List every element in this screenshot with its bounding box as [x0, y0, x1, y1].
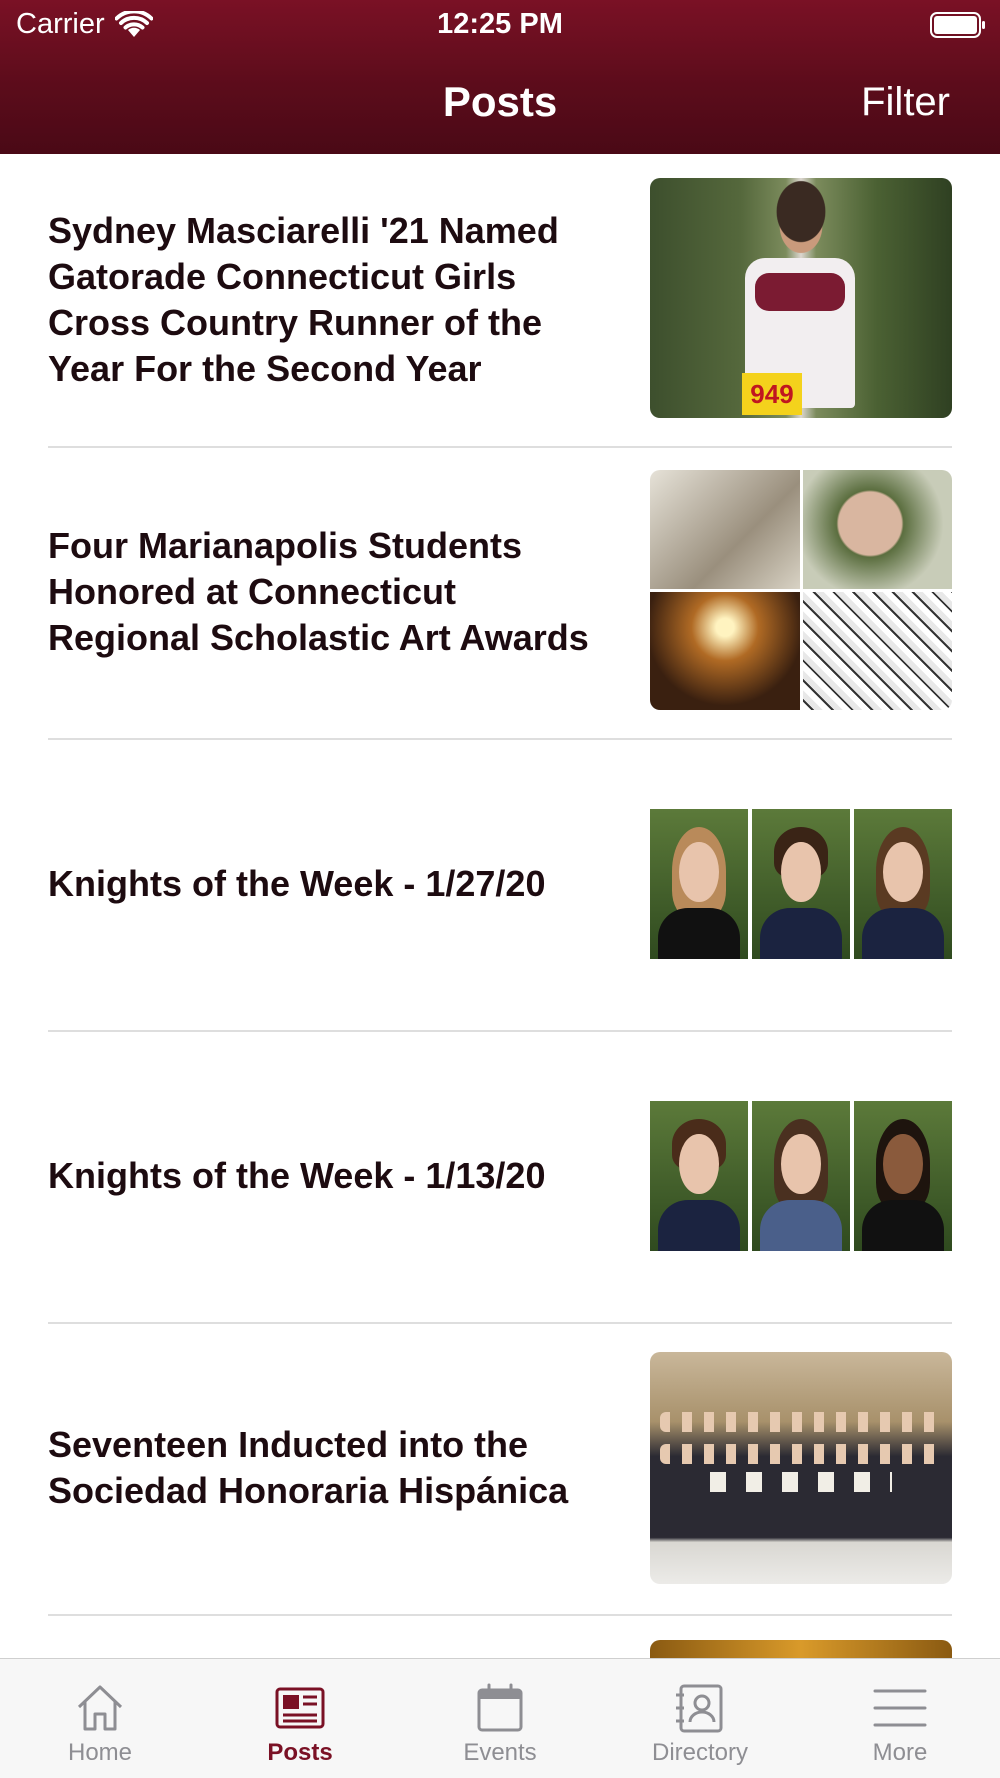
post-item[interactable]: Knights of the Week - 1/27/20 — [0, 738, 1000, 1030]
portrait-photo — [854, 809, 952, 959]
post-item[interactable]: Knights of the Week - 1/13/20 — [0, 1030, 1000, 1322]
tab-events[interactable]: Events — [400, 1659, 600, 1778]
hamburger-menu-icon — [873, 1689, 927, 1727]
post-item[interactable]: Four Marianapolis Students Honored at Co… — [0, 446, 1000, 738]
page-title: Posts — [442, 78, 558, 125]
filter-button[interactable]: Filter — [861, 80, 950, 125]
navigation-header: Carrier 12:25 PM Posts Filter — [0, 0, 1000, 154]
tab-directory[interactable]: Directory — [600, 1659, 800, 1778]
post-thumbnail-runner: 949 — [650, 178, 952, 418]
thumbnail-race-bib: 949 — [742, 373, 802, 415]
post-title: Knights of the Week - 1/13/20 — [48, 1155, 546, 1196]
artwork-tile — [802, 591, 952, 710]
tab-bar: Home Posts Events Directory More — [0, 1658, 1000, 1778]
tab-home[interactable]: Home — [0, 1659, 200, 1778]
artwork-tile — [650, 591, 800, 710]
post-thumbnail-group-photo — [650, 1352, 952, 1584]
post-thumbnail-art-collage — [650, 470, 952, 710]
portrait-photo — [854, 1101, 952, 1251]
post-thumbnail-portraits — [650, 809, 952, 959]
artwork-tile — [650, 470, 800, 589]
portrait-photo — [752, 1101, 850, 1251]
portrait-photo — [650, 809, 748, 959]
contact-book-icon — [676, 1684, 723, 1733]
portrait-photo — [752, 809, 850, 959]
home-icon — [77, 1685, 123, 1731]
tab-more[interactable]: More — [800, 1659, 1000, 1778]
calendar-icon — [477, 1683, 523, 1732]
post-thumbnail-portraits — [650, 1101, 952, 1251]
tab-label: Directory — [651, 1739, 748, 1766]
tab-posts[interactable]: Posts — [200, 1659, 400, 1778]
post-title: Sydney Masciarelli '21 Named Gatorade Co… — [48, 210, 559, 389]
battery-icon — [930, 12, 985, 38]
tab-label: Home — [67, 1739, 133, 1766]
post-title: Seventeen Inducted into the Sociedad Hon… — [48, 1424, 569, 1511]
list-divider — [48, 1614, 952, 1616]
newspaper-icon — [275, 1687, 325, 1729]
tab-label: Posts — [267, 1739, 333, 1766]
tab-label: Events — [463, 1739, 537, 1766]
tab-label: More — [872, 1739, 928, 1766]
post-title: Four Marianapolis Students Honored at Co… — [48, 525, 589, 658]
post-thumbnail-partial[interactable] — [650, 1640, 952, 1658]
post-list[interactable]: Sydney Masciarelli '21 Named Gatorade Co… — [0, 154, 1000, 1658]
post-item[interactable]: Seventeen Inducted into the Sociedad Hon… — [0, 1322, 1000, 1614]
post-title: Knights of the Week - 1/27/20 — [48, 863, 546, 904]
portrait-photo — [650, 1101, 748, 1251]
status-time: 12:25 PM — [437, 8, 563, 40]
status-bar: Carrier 12:25 PM — [0, 0, 1000, 50]
post-item[interactable]: Sydney Masciarelli '21 Named Gatorade Co… — [0, 154, 1000, 446]
artwork-tile — [802, 470, 952, 589]
